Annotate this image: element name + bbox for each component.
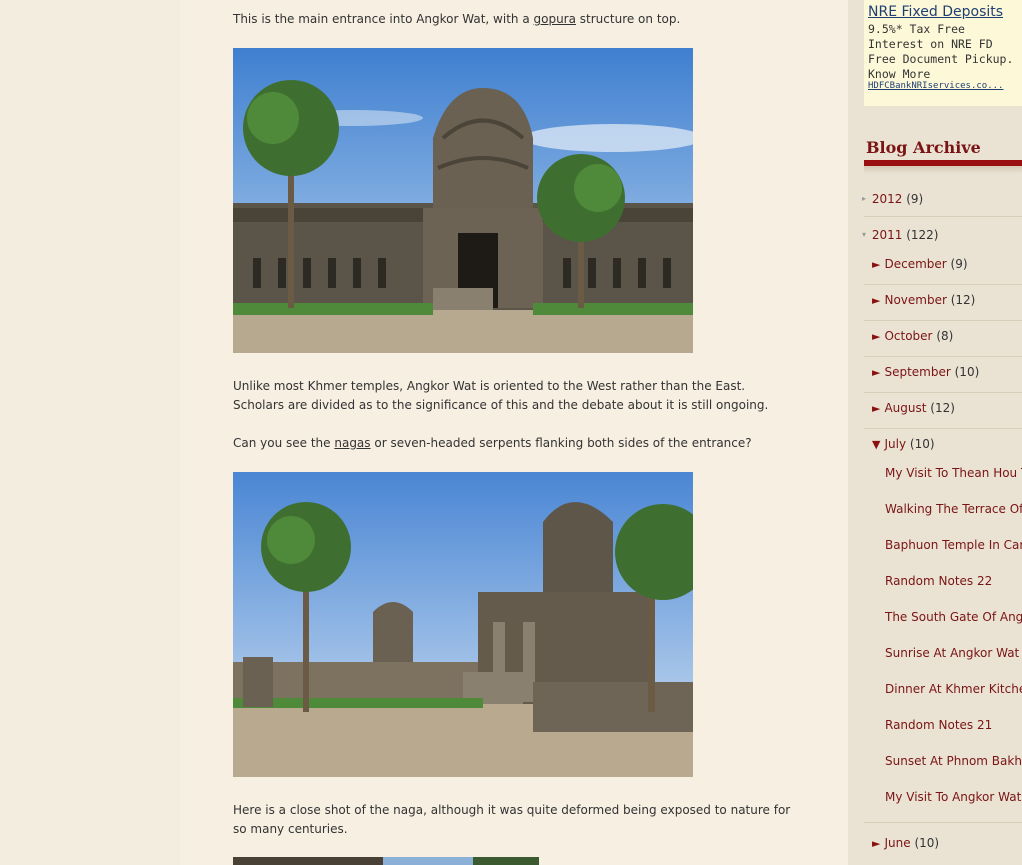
archive-month-july[interactable]: ▼ July (10) xyxy=(872,437,935,451)
archive-post-link[interactable]: My Visit To Angkor Wat xyxy=(885,790,1021,804)
archive-post-link[interactable]: The South Gate Of Angkor Thom xyxy=(885,610,1022,624)
divider xyxy=(864,216,1022,217)
nagas-link[interactable]: nagas xyxy=(334,436,370,450)
archive-year-2011[interactable]: ▾ 2011 (122) xyxy=(862,228,939,242)
post-count: (12) xyxy=(950,293,976,307)
collapse-toggle-icon[interactable]: ▾ xyxy=(862,230,866,239)
post-count: (9) xyxy=(906,192,924,206)
post-body: This is the main entrance into Angkor Wa… xyxy=(180,0,848,865)
heading-rule-shadow xyxy=(864,166,1022,174)
archive-post-link[interactable]: Random Notes 22 xyxy=(885,574,992,588)
archive-year-2012[interactable]: ▸ 2012 (9) xyxy=(862,192,924,206)
post-count: (10) xyxy=(954,365,980,379)
year-link[interactable]: 2011 xyxy=(872,228,903,242)
paragraph-text: structure on top. xyxy=(575,12,681,26)
divider xyxy=(864,356,1022,357)
expand-arrow-icon[interactable]: ► xyxy=(872,330,880,343)
post-count: (12) xyxy=(930,401,955,415)
divider xyxy=(864,284,1022,285)
photo-angkor-nagas[interactable] xyxy=(233,472,693,777)
expand-arrow-icon[interactable]: ► xyxy=(872,402,880,415)
archive-month-august[interactable]: ► August (12) xyxy=(872,401,955,415)
collapse-arrow-icon[interactable]: ▼ xyxy=(872,438,880,451)
archive-month-september[interactable]: ► September (10) xyxy=(872,365,979,379)
archive-month-october[interactable]: ► October (8) xyxy=(872,329,953,343)
month-link[interactable]: December xyxy=(884,257,946,271)
divider xyxy=(864,392,1022,393)
post-count: (8) xyxy=(936,329,954,343)
ad-title-link[interactable]: NRE Fixed Deposits xyxy=(868,4,1003,20)
paragraph-nagas: Can you see the nagas or seven-headed se… xyxy=(233,434,793,453)
divider xyxy=(864,822,1022,823)
paragraph-text: This is the main entrance into Angkor Wa… xyxy=(233,12,534,26)
ad-url-link[interactable]: HDFCBankNRIservices.co... xyxy=(868,81,1003,91)
divider xyxy=(864,320,1022,321)
post-count: (10) xyxy=(909,437,935,451)
photo-angkor-entrance[interactable] xyxy=(233,48,693,353)
archive-post-link[interactable]: Sunrise At Angkor Wat xyxy=(885,646,1019,660)
archive-post-link[interactable]: My Visit To Thean Hou Temple xyxy=(885,466,1022,480)
expand-arrow-icon[interactable]: ► xyxy=(872,366,880,379)
paragraph-orientation: Unlike most Khmer temples, Angkor Wat is… xyxy=(233,379,769,412)
year-link[interactable]: 2012 xyxy=(872,192,903,206)
expand-arrow-icon[interactable]: ► xyxy=(872,258,880,271)
archive-month-december[interactable]: ► December (9) xyxy=(872,257,968,271)
expand-arrow-icon[interactable]: ► xyxy=(872,837,880,850)
paragraph-close-shot: Here is a close shot of the naga, althou… xyxy=(233,803,791,836)
archive-post-link[interactable]: Walking The Terrace Of The Elephants xyxy=(885,502,1022,516)
paragraph-entrance: This is the main entrance into Angkor Wa… xyxy=(233,10,793,29)
paragraph-text: or seven-headed serpents flanking both s… xyxy=(370,436,752,450)
gopura-link[interactable]: gopura xyxy=(534,12,576,26)
archive-month-june[interactable]: ► June (10) xyxy=(872,836,939,850)
post-count: (10) xyxy=(914,836,940,850)
post-count: (9) xyxy=(950,257,968,271)
left-gutter xyxy=(0,0,180,865)
archive-post-link[interactable]: Sunset At Phnom Bakheng xyxy=(885,754,1022,768)
month-link[interactable]: June xyxy=(884,836,910,850)
photo-naga-closeup[interactable] xyxy=(233,857,539,865)
blog-archive-heading: Blog Archive xyxy=(866,138,981,157)
month-link[interactable]: July xyxy=(884,437,906,451)
sidebar: NRE Fixed Deposits 9.5%* Tax Free Intere… xyxy=(848,0,1022,865)
archive-post-link[interactable]: Random Notes 21 xyxy=(885,718,992,732)
ad-unit[interactable]: NRE Fixed Deposits 9.5%* Tax Free Intere… xyxy=(864,0,1022,106)
archive-post-link[interactable]: Baphuon Temple In Cambodia xyxy=(885,538,1022,552)
post-count: (122) xyxy=(906,228,939,242)
month-link[interactable]: September xyxy=(884,365,950,379)
month-link[interactable]: November xyxy=(884,293,946,307)
month-link[interactable]: October xyxy=(884,329,932,343)
ad-body-text: 9.5%* Tax Free Interest on NRE FD Free D… xyxy=(868,22,1014,81)
archive-post-link[interactable]: Dinner At Khmer Kitchen xyxy=(885,682,1022,696)
expand-toggle-icon[interactable]: ▸ xyxy=(862,194,866,203)
paragraph-text: Can you see the xyxy=(233,436,335,450)
archive-month-november[interactable]: ► November (12) xyxy=(872,293,975,307)
month-link[interactable]: August xyxy=(884,401,926,415)
divider xyxy=(864,428,1022,429)
expand-arrow-icon[interactable]: ► xyxy=(872,294,880,307)
